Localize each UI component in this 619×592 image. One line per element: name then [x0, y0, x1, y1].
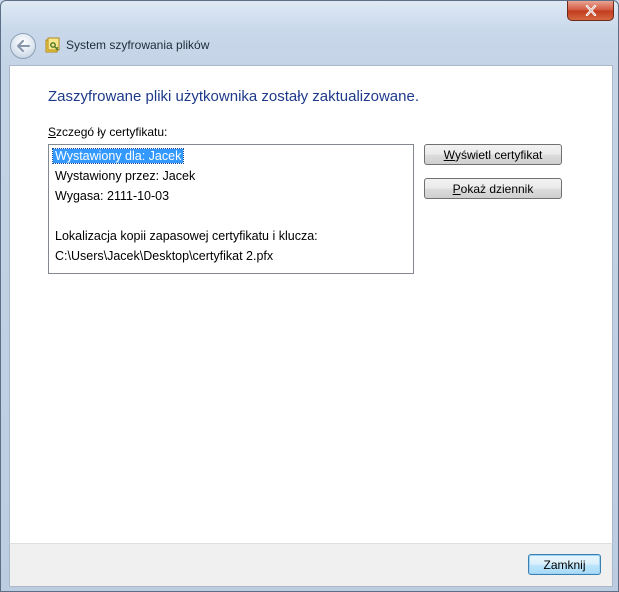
window-close-button[interactable] — [567, 1, 614, 21]
close-icon — [585, 5, 596, 16]
back-button[interactable] — [10, 33, 36, 59]
details-line-backup-path: C:\Users\Jacek\Desktop\certyfikat 2.pfx — [55, 249, 274, 263]
main-heading: Zaszyfrowane pliki użytkownika zostały z… — [48, 88, 419, 105]
view-certificate-label: yświetl certyfikat — [454, 147, 543, 162]
show-log-button[interactable]: Pokaż dziennik — [424, 178, 562, 199]
title-bar: System szyfrowania plików — [1, 21, 618, 65]
window-title: System szyfrowania plików — [66, 38, 210, 52]
details-line-issued-by: Wystawiony przez: Jacek — [55, 169, 196, 183]
details-label-mnemonic: S — [48, 125, 57, 139]
dialog-window: System szyfrowania plików Zaszyfrowane p… — [0, 0, 619, 592]
view-certificate-mnemonic: W — [443, 147, 455, 162]
button-footer: Zamknij — [9, 543, 613, 587]
certificate-details-box[interactable]: Wystawiony dla: Jacek Wystawiony przez: … — [48, 144, 414, 274]
view-certificate-button[interactable]: Wyświetl certyfikat — [424, 144, 562, 165]
encryption-key-icon — [45, 37, 60, 53]
arrow-left-icon — [17, 40, 30, 52]
details-line-issued-to[interactable]: Wystawiony dla: Jacek — [51, 148, 185, 164]
details-line-backup-label: Lokalizacja kopii zapasowej certyfikatu … — [55, 229, 318, 243]
content-panel: Zaszyfrowane pliki użytkownika zostały z… — [9, 65, 613, 544]
close-button[interactable]: Zamknij — [528, 554, 601, 575]
details-line-expires: Wygasa: 2111-10-03 — [55, 189, 170, 203]
show-log-label: okaż dziennik — [460, 181, 534, 196]
show-log-mnemonic: P — [452, 181, 461, 196]
details-label-text: zczegó ły certyfikatu: — [56, 125, 168, 139]
details-label: Szczegó ły certyfikatu: — [48, 125, 167, 139]
